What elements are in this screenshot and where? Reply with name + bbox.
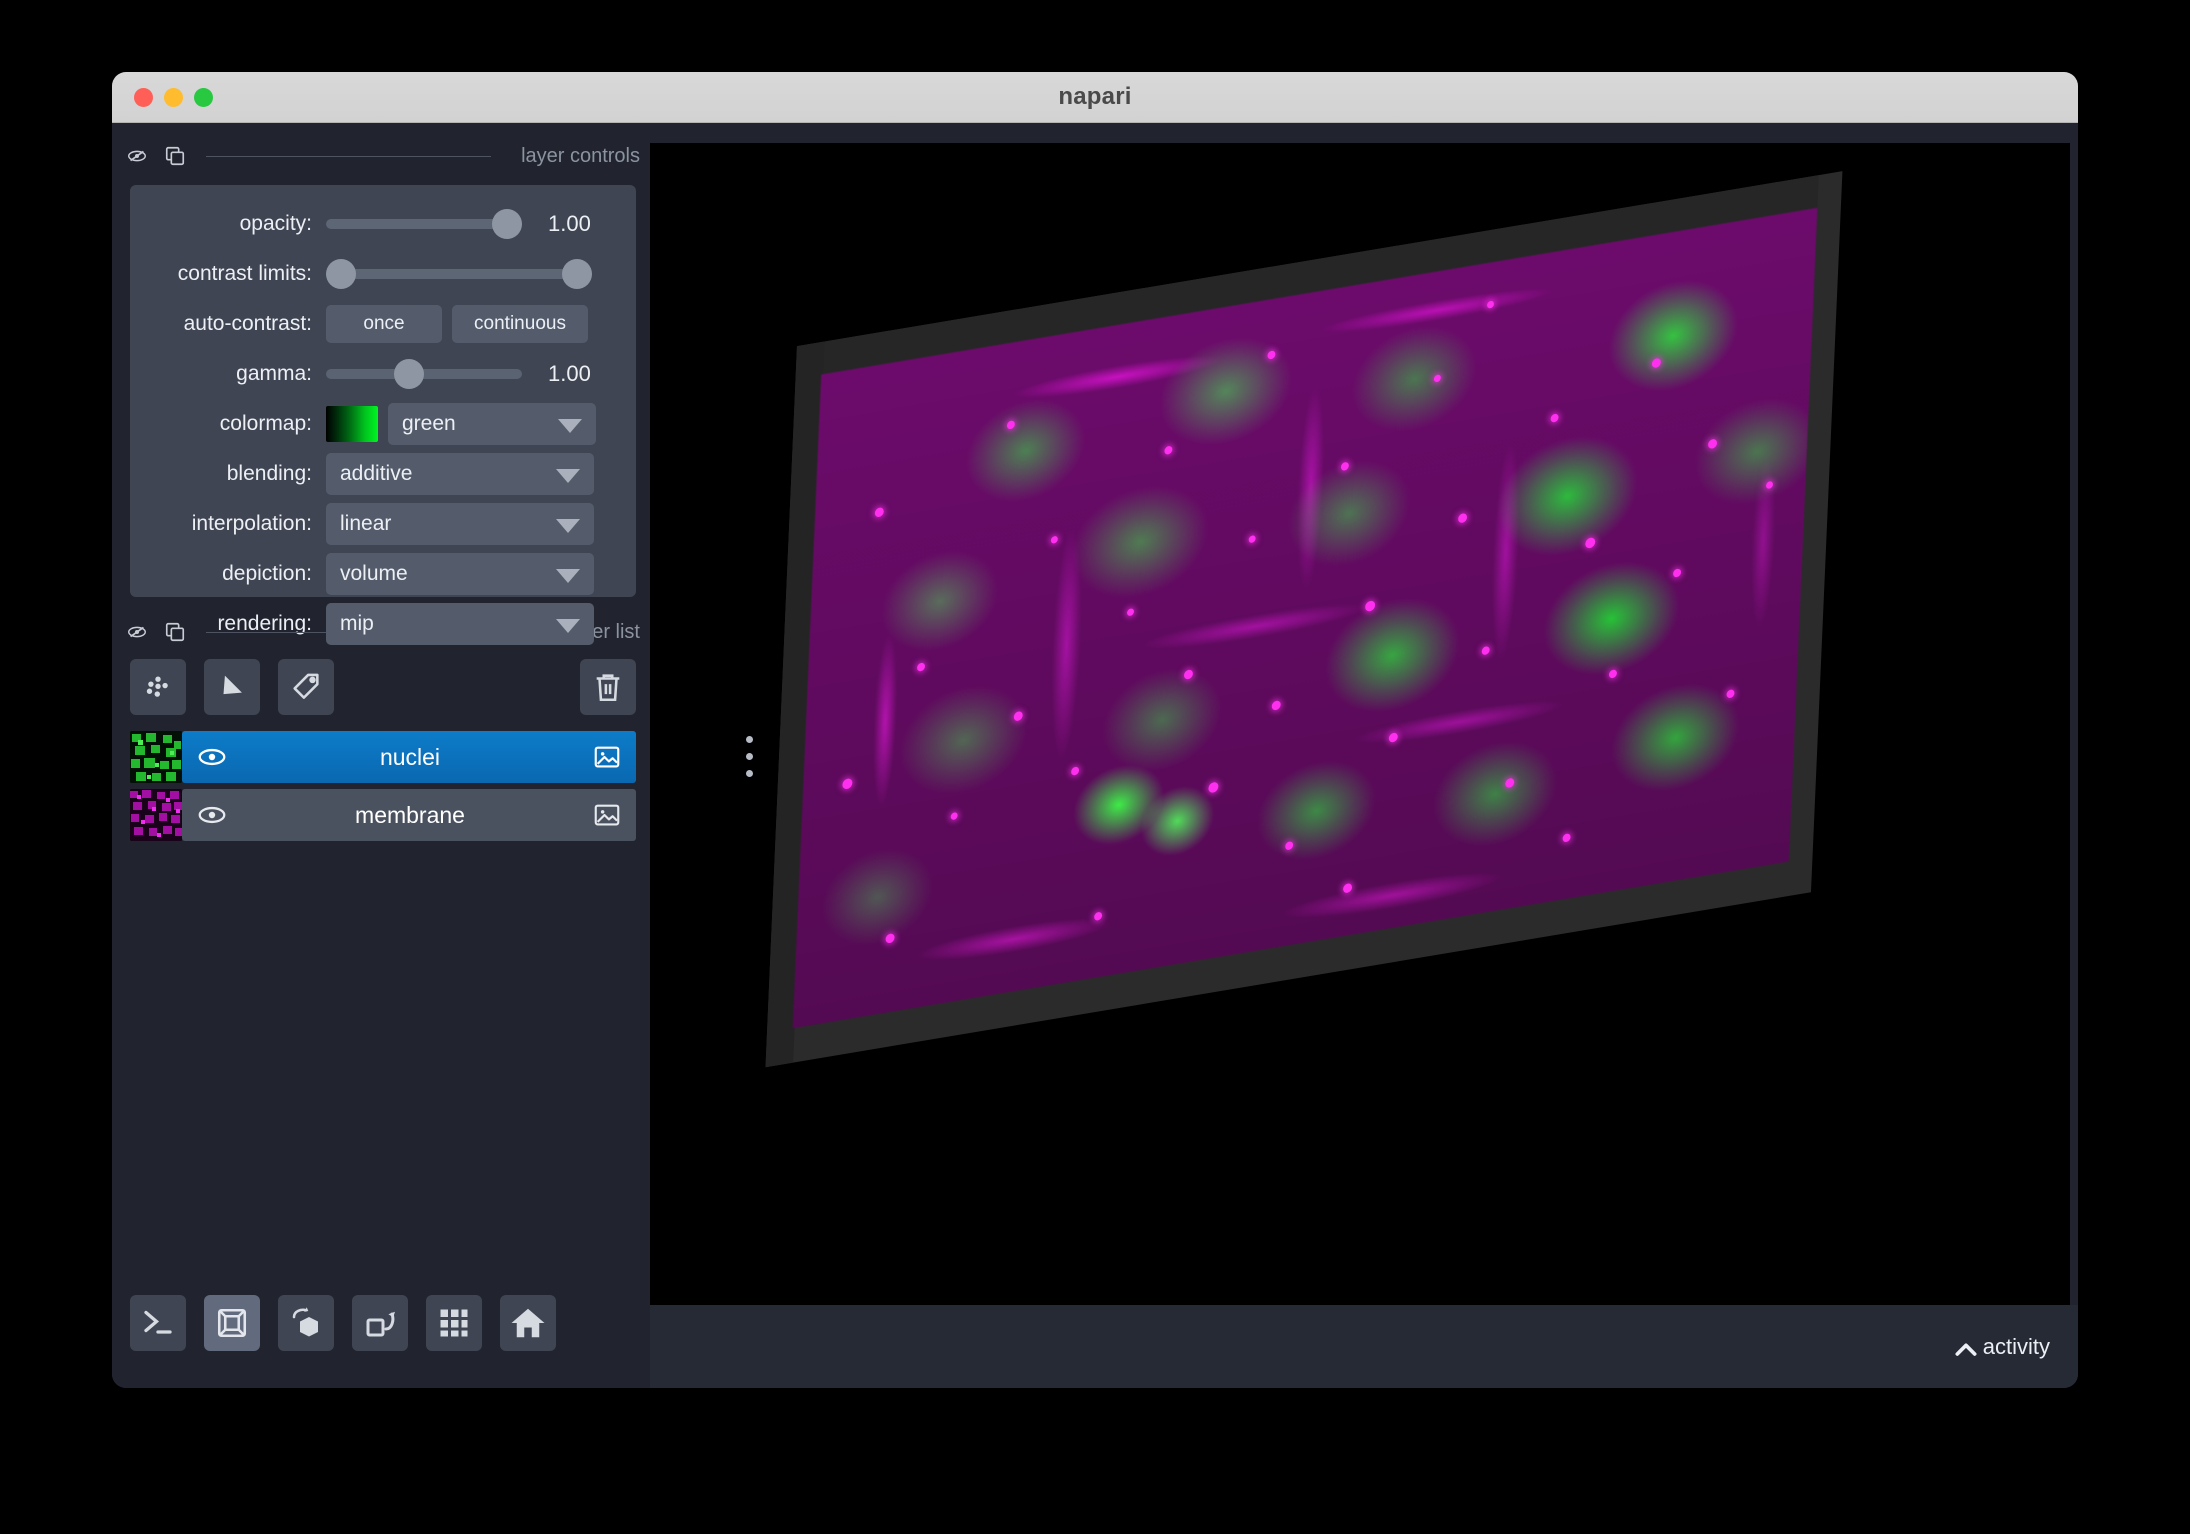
layer-controls-title: layer controls — [521, 145, 640, 168]
auto-contrast-continuous-button[interactable]: continuous — [452, 305, 588, 343]
layer-thumbnail-membrane — [130, 789, 182, 841]
left-dock: layer controls opacity: 1.00 — [112, 123, 650, 1388]
list-item[interactable]: membrane — [130, 789, 636, 841]
roll-dimensions-button[interactable] — [278, 1295, 334, 1351]
colormap-label: colormap: — [130, 412, 326, 436]
blending-value: additive — [340, 462, 412, 486]
colormap-value: green — [402, 412, 456, 436]
new-labels-layer-button[interactable] — [278, 659, 334, 715]
duplicate-icon[interactable] — [164, 145, 186, 167]
chevron-down-icon — [556, 519, 580, 533]
auto-contrast-row: auto-contrast: once continuous — [130, 299, 622, 349]
layer-name-label: nuclei — [228, 744, 592, 771]
opacity-value: 1.00 — [548, 211, 591, 237]
chevron-up-icon — [1953, 1338, 1979, 1356]
activity-label: activity — [1983, 1334, 2050, 1360]
traffic-light-controls — [134, 72, 213, 122]
interpolation-row: interpolation: linear — [130, 499, 622, 549]
opacity-row: opacity: 1.00 — [130, 199, 622, 249]
hide-eye-icon[interactable] — [126, 621, 148, 643]
auto-contrast-once-button[interactable]: once — [326, 305, 442, 343]
minimize-window-button[interactable] — [164, 88, 183, 107]
volume-rendering — [793, 208, 1818, 1028]
toggle-grid-button[interactable] — [426, 1295, 482, 1351]
zoom-window-button[interactable] — [194, 88, 213, 107]
viewer-buttons-bar — [130, 1295, 556, 1351]
colormap-row: colormap: green — [130, 399, 622, 449]
list-item[interactable]: nuclei — [130, 731, 636, 783]
contrast-limits-row: contrast limits: — [130, 249, 622, 299]
chevron-down-icon — [558, 419, 582, 433]
window-title-bar: napari — [112, 72, 2078, 123]
dock-canvas-splitter[interactable] — [740, 123, 758, 1388]
napari-window: napari — [112, 72, 2078, 1388]
blending-select[interactable]: additive — [326, 453, 594, 495]
gamma-slider[interactable] — [326, 357, 522, 391]
opacity-label: opacity: — [130, 212, 326, 236]
interpolation-value: linear — [340, 512, 391, 536]
layer-thumbnail-nuclei — [130, 731, 182, 783]
new-points-layer-button[interactable] — [130, 659, 186, 715]
status-bar: activity — [650, 1305, 2078, 1388]
transpose-dimensions-button[interactable] — [352, 1295, 408, 1351]
window-title: napari — [112, 83, 2078, 111]
depiction-label: depiction: — [130, 562, 326, 586]
visibility-eye-icon[interactable] — [196, 799, 228, 831]
depiction-row: depiction: volume — [130, 549, 622, 599]
layer-tool-buttons — [112, 649, 650, 715]
hide-eye-icon[interactable] — [126, 145, 148, 167]
colormap-swatch — [326, 406, 378, 442]
gamma-row: gamma: 1.00 — [130, 349, 622, 399]
blending-row: blending: additive — [130, 449, 622, 499]
image-layer-icon — [592, 742, 622, 772]
layer-row-membrane[interactable]: membrane — [182, 789, 636, 841]
layer-controls-panel: opacity: 1.00 contrast limits: — [130, 185, 636, 597]
layer-list-rows: nuclei — [112, 715, 650, 841]
rendering-value: mip — [340, 612, 374, 636]
depiction-select[interactable]: volume — [326, 553, 594, 595]
reset-view-button[interactable] — [500, 1295, 556, 1351]
contrast-limits-slider[interactable] — [326, 257, 592, 291]
contrast-limits-label: contrast limits: — [130, 262, 326, 286]
layer-row-nuclei[interactable]: nuclei — [182, 731, 636, 783]
console-button[interactable] — [130, 1295, 186, 1351]
canvas-area: activity — [650, 123, 2078, 1388]
opacity-slider[interactable] — [326, 207, 522, 241]
screenshot-root: napari — [0, 0, 2190, 1534]
rendering-select[interactable]: mip — [326, 603, 594, 645]
interpolation-label: interpolation: — [130, 512, 326, 536]
chevron-down-icon — [556, 569, 580, 583]
chevron-down-icon — [556, 469, 580, 483]
close-window-button[interactable] — [134, 88, 153, 107]
interpolation-select[interactable]: linear — [326, 503, 594, 545]
layer-controls-header: layer controls — [112, 139, 650, 173]
viewer-canvas[interactable] — [650, 143, 2070, 1305]
gamma-value: 1.00 — [548, 361, 591, 387]
chevron-down-icon — [556, 619, 580, 633]
layer-name-label: membrane — [228, 802, 592, 829]
activity-button[interactable]: activity — [1953, 1334, 2050, 1360]
toggle-ndisplay-button[interactable] — [204, 1295, 260, 1351]
image-layer-icon — [592, 800, 622, 830]
colormap-select[interactable]: green — [388, 403, 596, 445]
window-body: layer controls opacity: 1.00 — [112, 123, 2078, 1388]
visibility-eye-icon[interactable] — [196, 741, 228, 773]
delete-layer-button[interactable] — [580, 659, 636, 715]
depiction-value: volume — [340, 562, 408, 586]
duplicate-icon[interactable] — [164, 621, 186, 643]
gamma-label: gamma: — [130, 362, 326, 386]
blending-label: blending: — [130, 462, 326, 486]
header-divider — [206, 156, 491, 157]
auto-contrast-label: auto-contrast: — [130, 312, 326, 336]
new-shapes-layer-button[interactable] — [204, 659, 260, 715]
